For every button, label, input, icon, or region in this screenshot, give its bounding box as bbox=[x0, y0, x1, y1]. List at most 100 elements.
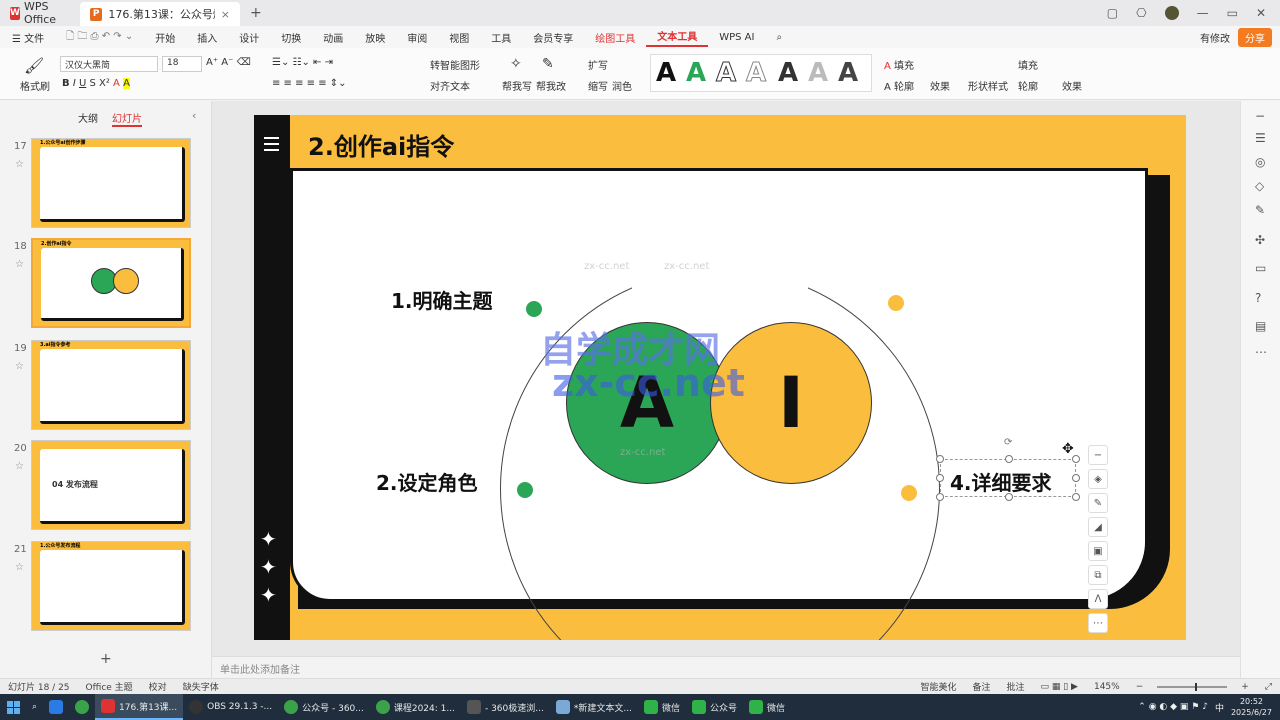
ime-indicator[interactable]: 中 bbox=[1215, 701, 1224, 714]
resize-handle[interactable] bbox=[936, 455, 944, 463]
resize-handle[interactable] bbox=[936, 474, 944, 482]
smart-shape-button[interactable]: 转智能图形 bbox=[430, 57, 480, 72]
resize-handle[interactable] bbox=[1072, 493, 1080, 501]
expand-button[interactable]: 扩写 bbox=[588, 57, 608, 72]
zoom-out-button[interactable]: − bbox=[1128, 682, 1152, 692]
share-button[interactable]: 分享 bbox=[1238, 27, 1272, 47]
art-style-4[interactable]: A bbox=[745, 58, 766, 89]
format-painter-icon[interactable]: 🖌 bbox=[24, 56, 44, 75]
format-painter-label[interactable]: 格式刷 bbox=[20, 78, 50, 93]
notes-toggle[interactable]: 备注 bbox=[964, 680, 998, 693]
tab-slides[interactable]: 幻灯片 bbox=[112, 110, 142, 127]
more-icon[interactable]: ⋯ bbox=[1255, 345, 1267, 359]
art-style-7[interactable]: A bbox=[838, 58, 858, 88]
missing-font-button[interactable]: 缺失字体 bbox=[175, 680, 227, 693]
avatar[interactable] bbox=[1164, 6, 1179, 20]
write-help-button[interactable]: 帮我写 bbox=[502, 78, 532, 93]
menu-slideshow[interactable]: 放映 bbox=[354, 30, 396, 45]
shape-style-button[interactable]: 形状样式 bbox=[968, 78, 1008, 93]
document-tab[interactable]: P 176.第13课：公众号爆款法则-ai × bbox=[80, 2, 240, 26]
font-name-select[interactable]: 汉仪大黑简 bbox=[60, 56, 158, 72]
art-style-3[interactable]: A bbox=[715, 58, 736, 89]
taskbar-app-wps[interactable]: 176.第13课... bbox=[95, 694, 184, 720]
search-icon[interactable]: ⌕ bbox=[26, 694, 43, 720]
resize-handle[interactable] bbox=[1072, 455, 1080, 463]
resize-handle[interactable] bbox=[1005, 493, 1013, 501]
collapse-panel-icon[interactable]: ‹ bbox=[192, 109, 196, 122]
settings-icon[interactable]: ☰ bbox=[1255, 131, 1266, 145]
clock[interactable]: 20:52 2025/6/27 bbox=[1231, 696, 1272, 718]
pen-icon[interactable]: ✎ bbox=[1088, 493, 1108, 513]
smart-beautify-button[interactable]: 智能美化 bbox=[912, 680, 964, 693]
close-window-icon[interactable]: ✕ bbox=[1256, 6, 1266, 20]
menu-view[interactable]: 视图 bbox=[438, 30, 480, 45]
font-size-buttons[interactable]: A⁺ A⁻ ⌫ bbox=[206, 57, 251, 68]
notes-area[interactable]: 单击此处添加备注 bbox=[212, 656, 1240, 678]
zoom-knob[interactable] bbox=[1195, 682, 1198, 691]
shape-outline-button[interactable]: 轮廓 bbox=[1018, 78, 1038, 93]
art-style-1[interactable]: A bbox=[656, 58, 676, 88]
panel-icon[interactable]: ▤ bbox=[1255, 319, 1266, 333]
slide-thumb-21[interactable]: 1.公众号发布流程 bbox=[31, 541, 191, 631]
slide-thumb-17[interactable]: 1.公众号ai创作步骤 bbox=[31, 138, 191, 228]
star-icon[interactable]: ☆ bbox=[15, 562, 24, 573]
taskbar-app-wechat3[interactable]: 微信 bbox=[743, 694, 791, 720]
layout-icon[interactable]: ▢ bbox=[1107, 6, 1118, 20]
list-buttons[interactable]: ☰⌄ ☷⌄ ⇤ ⇥ bbox=[272, 57, 333, 68]
theme-name[interactable]: Office 主题 bbox=[78, 680, 141, 693]
taskbar-app-wechat2[interactable]: 公众号 bbox=[686, 694, 743, 720]
menu-animation[interactable]: 动画 bbox=[312, 30, 354, 45]
slide-thumb-19[interactable]: 3.ai指令参考 bbox=[31, 340, 191, 430]
more-icon[interactable]: ⋯ bbox=[1088, 613, 1108, 633]
shape-effect-button[interactable]: 效果 bbox=[1062, 78, 1082, 93]
minimize-icon[interactable]: — bbox=[1197, 6, 1209, 20]
taskbar-app-browser2[interactable]: 课程2024: 1... bbox=[370, 694, 461, 720]
shape-icon[interactable]: ◇ bbox=[1255, 179, 1264, 193]
star-icon[interactable]: ☆ bbox=[15, 259, 24, 270]
polish-button[interactable]: 润色 bbox=[612, 78, 632, 93]
menu-file[interactable]: ☰ 文件 bbox=[0, 30, 55, 45]
style-icon[interactable]: ◎ bbox=[1255, 155, 1265, 169]
tray-icons[interactable]: ⌃ ◉ ◐ ◆ ▣ ⚑ ♪ bbox=[1138, 702, 1208, 712]
slide-thumb-20[interactable]: 04 发布流程 bbox=[31, 440, 191, 530]
image-icon[interactable]: ▭ bbox=[1255, 261, 1266, 275]
fit-button[interactable]: ⤢ bbox=[1257, 682, 1280, 692]
resize-handle[interactable] bbox=[1072, 474, 1080, 482]
align-text-button[interactable]: 对齐文本 bbox=[430, 78, 470, 93]
outline-icon[interactable]: ▣ bbox=[1088, 541, 1108, 561]
new-tab-button[interactable]: + bbox=[250, 5, 262, 21]
taskbar-app-obs[interactable]: OBS 29.1.3 -... bbox=[183, 694, 278, 720]
crop-icon[interactable]: ⧉ bbox=[1088, 565, 1108, 585]
star-icon[interactable]: ☆ bbox=[15, 461, 24, 472]
app-icon[interactable] bbox=[69, 694, 95, 720]
resize-handle[interactable] bbox=[1005, 455, 1013, 463]
menu-insert[interactable]: 插入 bbox=[186, 30, 228, 45]
zoom-slider[interactable] bbox=[1157, 682, 1228, 691]
taskbar-app-notepad[interactable]: *新建文本文... bbox=[550, 694, 638, 720]
ai-icon[interactable]: ᐱ bbox=[1088, 589, 1108, 609]
text-fill-button[interactable]: A 填充 bbox=[884, 57, 914, 72]
app-icon[interactable] bbox=[43, 694, 69, 720]
art-style-5[interactable]: A bbox=[778, 58, 798, 88]
layers-icon[interactable]: ◈ bbox=[1088, 469, 1108, 489]
help-icon[interactable]: ? bbox=[1255, 291, 1261, 305]
fill-icon[interactable]: ◢ bbox=[1088, 517, 1108, 537]
shape-fill-button[interactable]: 填充 bbox=[1018, 57, 1038, 72]
align-buttons[interactable]: ≡ ≡ ≡ ≡ ≡ ⇕⌄ bbox=[272, 78, 347, 89]
cube-icon[interactable]: ⎔ bbox=[1136, 6, 1146, 20]
menu-design[interactable]: 设计 bbox=[228, 30, 270, 45]
label-role[interactable]: 2.设定角色 bbox=[376, 467, 478, 496]
star-icon[interactable]: ☆ bbox=[15, 159, 24, 170]
pen-icon[interactable]: ✎ bbox=[1255, 203, 1265, 217]
menu-home[interactable]: 开始 bbox=[144, 30, 186, 45]
tab-outline[interactable]: 大纲 bbox=[78, 110, 98, 127]
menu-tools[interactable]: 工具 bbox=[480, 30, 522, 45]
rotate-handle-icon[interactable]: ⟳ bbox=[1004, 437, 1012, 448]
collapse-icon[interactable]: − bbox=[1088, 445, 1108, 465]
quick-access-icons[interactable]: 🗋 🗀 ⎙ ↶ ↷ ⌄ bbox=[55, 29, 144, 46]
close-tab-icon[interactable]: × bbox=[221, 8, 230, 21]
art-style-2[interactable]: A bbox=[686, 58, 706, 88]
font-size-select[interactable]: 18 bbox=[162, 56, 202, 72]
menu-wps-ai[interactable]: WPS AI bbox=[708, 32, 765, 43]
slide-title[interactable]: 2.创作ai指令 bbox=[308, 127, 454, 162]
